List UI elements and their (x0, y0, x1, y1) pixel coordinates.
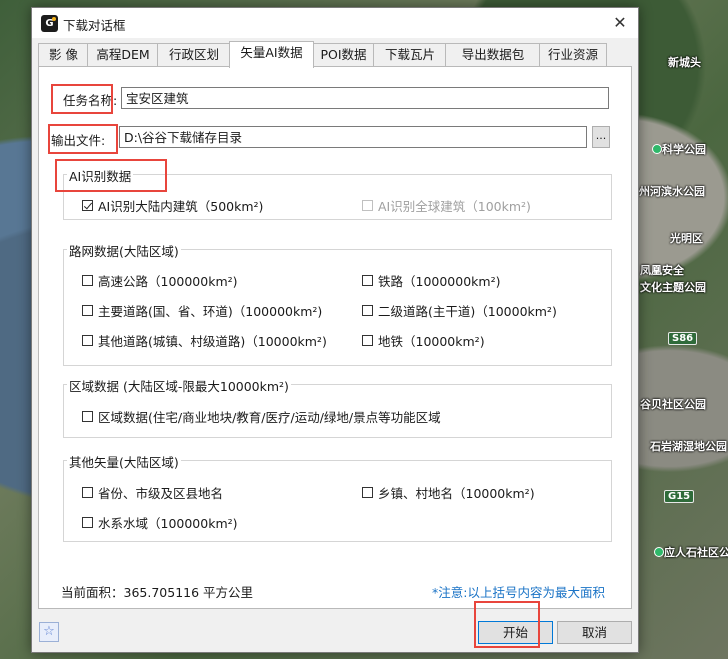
checkbox-label: AI识别大陆内建筑（500km²) (98, 199, 264, 214)
road-badge: S86 (668, 332, 698, 345)
checkbox-icon (362, 275, 373, 286)
app-logo-icon: G (41, 15, 58, 32)
ai-mainland-buildings-checkbox[interactable]: AI识别大陆内建筑（500km²) (82, 196, 263, 215)
highway-checkbox[interactable]: 高速公路（100000km²) (82, 271, 238, 290)
window-title: 下载对话框 (63, 18, 126, 33)
checkbox-icon (82, 305, 93, 316)
checkbox-label: 其他道路(城镇、村级道路)（10000km²) (98, 334, 327, 349)
checkbox-label: 铁路（1000000km²) (378, 274, 501, 289)
tab-imagery[interactable]: 影 像 (38, 43, 89, 66)
other-group-title: 其他矢量(大陆区域) (67, 452, 181, 471)
close-icon[interactable]: ✕ (602, 8, 638, 38)
map-label: 应人石社区公 (664, 546, 728, 559)
region-group-title: 区域数据 (大陆区域-限最大10000km²) (67, 376, 291, 395)
checkbox-label: 省份、市级及区县地名 (98, 486, 224, 501)
max-area-note: *注意:以上括号内容为最大面积 (432, 585, 605, 600)
tab-admin-boundary[interactable]: 行政区划 (157, 43, 231, 66)
task-name-label: 任务名称: (63, 93, 118, 108)
checkbox-icon (362, 335, 373, 346)
road-group-title: 路网数据(大陆区域) (67, 241, 181, 260)
other-roads-checkbox[interactable]: 其他道路(城镇、村级道路)（10000km²) (82, 331, 327, 350)
checkbox-icon (82, 411, 93, 422)
ai-global-buildings-checkbox: AI识别全球建筑（100km²) (362, 196, 531, 215)
current-area-text: 当前面积：365.705116 平方公里 (61, 585, 254, 600)
ai-group-title: AI识别数据 (67, 166, 134, 185)
checkbox-label: 高速公路（100000km²) (98, 274, 238, 289)
output-path-input[interactable]: D:\谷谷下载储存目录 (119, 126, 587, 148)
tab-bar: 影 像 高程DEM 行政区划 矢量AI数据 POI数据 下载瓦片 导出数据包 行… (38, 41, 632, 68)
other-vector-group: 其他矢量(大陆区域) 省份、市级及区县地名 乡镇、村地名（10000km²) 水… (63, 452, 612, 542)
map-label: 州河滨水公园 (639, 185, 705, 198)
task-name-input[interactable]: 宝安区建筑 (121, 87, 609, 109)
poi-marker-icon[interactable] (652, 144, 662, 154)
subway-checkbox[interactable]: 地铁（10000km²) (362, 331, 485, 350)
tab-panel: 任务名称: 宝安区建筑 输出文件: D:\谷谷下载储存目录 ... AI识别数据… (38, 66, 632, 609)
checkbox-label: 区域数据(住宅/商业地块/教育/医疗/运动/绿地/景点等功能区域 (98, 410, 441, 425)
checkbox-label: 水系水域（100000km²) (98, 516, 238, 531)
ai-data-group: AI识别数据 AI识别大陆内建筑（500km²) AI识别全球建筑（100km²… (63, 166, 612, 220)
checkbox-label: 乡镇、村地名（10000km²) (378, 486, 535, 501)
water-bodies-checkbox[interactable]: 水系水域（100000km²) (82, 513, 238, 532)
checkbox-label: 地铁（10000km²) (378, 334, 485, 349)
checkbox-icon (362, 200, 373, 211)
map-label: 谷贝社区公园 (640, 398, 706, 411)
road-data-group: 路网数据(大陆区域) 高速公路（100000km²) 铁路（1000000km²… (63, 241, 612, 366)
road-badge: G15 (664, 490, 695, 503)
map-label: 新城头 (668, 56, 701, 69)
title-bar[interactable]: G 下载对话框 ✕ (32, 8, 638, 38)
map-label: 光明区 (670, 232, 703, 245)
cancel-button[interactable]: 取消 (557, 621, 632, 644)
checkbox-checked-icon (82, 200, 93, 211)
checkbox-icon (82, 275, 93, 286)
favorite-star-icon[interactable]: ☆ (39, 622, 59, 642)
tab-industry-resources[interactable]: 行业资源 (539, 43, 607, 66)
checkbox-label: AI识别全球建筑（100km²) (378, 199, 531, 214)
output-file-label: 输出文件: (51, 133, 106, 148)
tab-download-tiles[interactable]: 下载瓦片 (373, 43, 447, 66)
region-data-checkbox[interactable]: 区域数据(住宅/商业地块/教育/医疗/运动/绿地/景点等功能区域 (82, 407, 441, 426)
tab-dem[interactable]: 高程DEM (87, 43, 159, 66)
poi-marker-icon[interactable] (654, 547, 664, 557)
download-dialog: G 下载对话框 ✕ 影 像 高程DEM 行政区划 矢量AI数据 POI数据 下载… (31, 7, 639, 653)
checkbox-label: 主要道路(国、省、环道)（100000km²) (98, 304, 323, 319)
tab-poi[interactable]: POI数据 (312, 43, 375, 66)
map-label: 科学公园 (662, 143, 706, 156)
browse-button[interactable]: ... (592, 126, 610, 148)
region-data-group: 区域数据 (大陆区域-限最大10000km²) 区域数据(住宅/商业地块/教育/… (63, 376, 612, 438)
checkbox-icon (362, 305, 373, 316)
town-village-names-checkbox[interactable]: 乡镇、村地名（10000km²) (362, 483, 535, 502)
checkbox-icon (82, 487, 93, 498)
tab-vector-ai[interactable]: 矢量AI数据 (229, 41, 314, 68)
map-label: 凤凰安全 (640, 264, 684, 277)
map-label: 石岩湖湿地公园 (650, 440, 727, 453)
map-label: 文化主题公园 (640, 281, 706, 294)
railway-checkbox[interactable]: 铁路（1000000km²) (362, 271, 500, 290)
main-roads-checkbox[interactable]: 主要道路(国、省、环道)（100000km²) (82, 301, 322, 320)
checkbox-label: 二级道路(主干道)（10000km²) (378, 304, 557, 319)
start-button[interactable]: 开始 (478, 621, 553, 644)
checkbox-icon (82, 335, 93, 346)
place-names-checkbox[interactable]: 省份、市级及区县地名 (82, 483, 223, 502)
checkbox-icon (82, 517, 93, 528)
tab-export-package[interactable]: 导出数据包 (445, 43, 541, 66)
secondary-roads-checkbox[interactable]: 二级道路(主干道)（10000km²) (362, 301, 557, 320)
checkbox-icon (362, 487, 373, 498)
